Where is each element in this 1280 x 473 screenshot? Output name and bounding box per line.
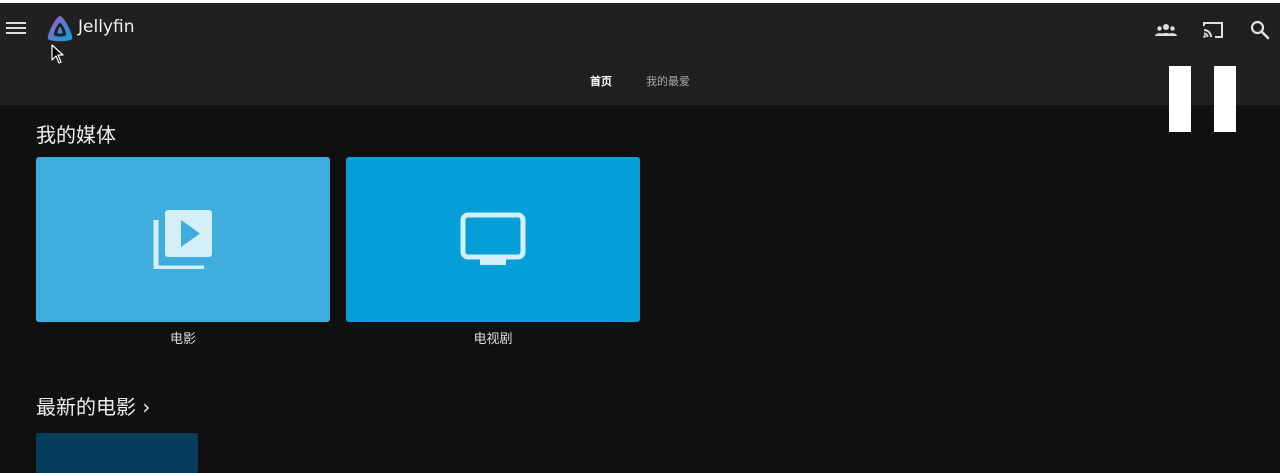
tv-icon — [460, 212, 526, 265]
media-card-tv[interactable] — [346, 157, 640, 322]
media-label-tv[interactable]: 电视剧 — [346, 328, 640, 347]
jellyfin-logo-icon[interactable] — [45, 14, 75, 44]
users-icon[interactable] — [1153, 17, 1179, 43]
mouse-cursor-icon — [51, 44, 64, 64]
nav-tabs: 首页 我的最爱 — [0, 69, 1280, 93]
my-media-heading: 我的媒体 — [36, 123, 116, 147]
latest-movies-heading[interactable]: 最新的电影 › — [36, 391, 150, 420]
latest-movies-title[interactable]: 最新的电影 — [36, 395, 136, 419]
tab-favorites[interactable]: 我的最爱 — [646, 69, 690, 93]
chevron-right-icon[interactable]: › — [142, 395, 150, 419]
tab-home[interactable]: 首页 — [590, 69, 612, 93]
app-title[interactable]: Jellyfin — [78, 17, 134, 37]
hamburger-menu-icon[interactable] — [6, 19, 26, 37]
latest-movie-card[interactable] — [36, 433, 198, 473]
app-header: Jellyfin 首页 我的最爱 — [0, 3, 1280, 105]
video-library-icon — [153, 210, 212, 269]
search-icon[interactable] — [1247, 17, 1273, 43]
media-card-movies[interactable] — [36, 157, 330, 322]
pause-icon-bar-left — [1169, 66, 1191, 132]
cast-icon[interactable] — [1200, 17, 1226, 43]
pause-icon-bar-right — [1214, 66, 1236, 132]
media-label-movies[interactable]: 电影 — [36, 328, 330, 347]
